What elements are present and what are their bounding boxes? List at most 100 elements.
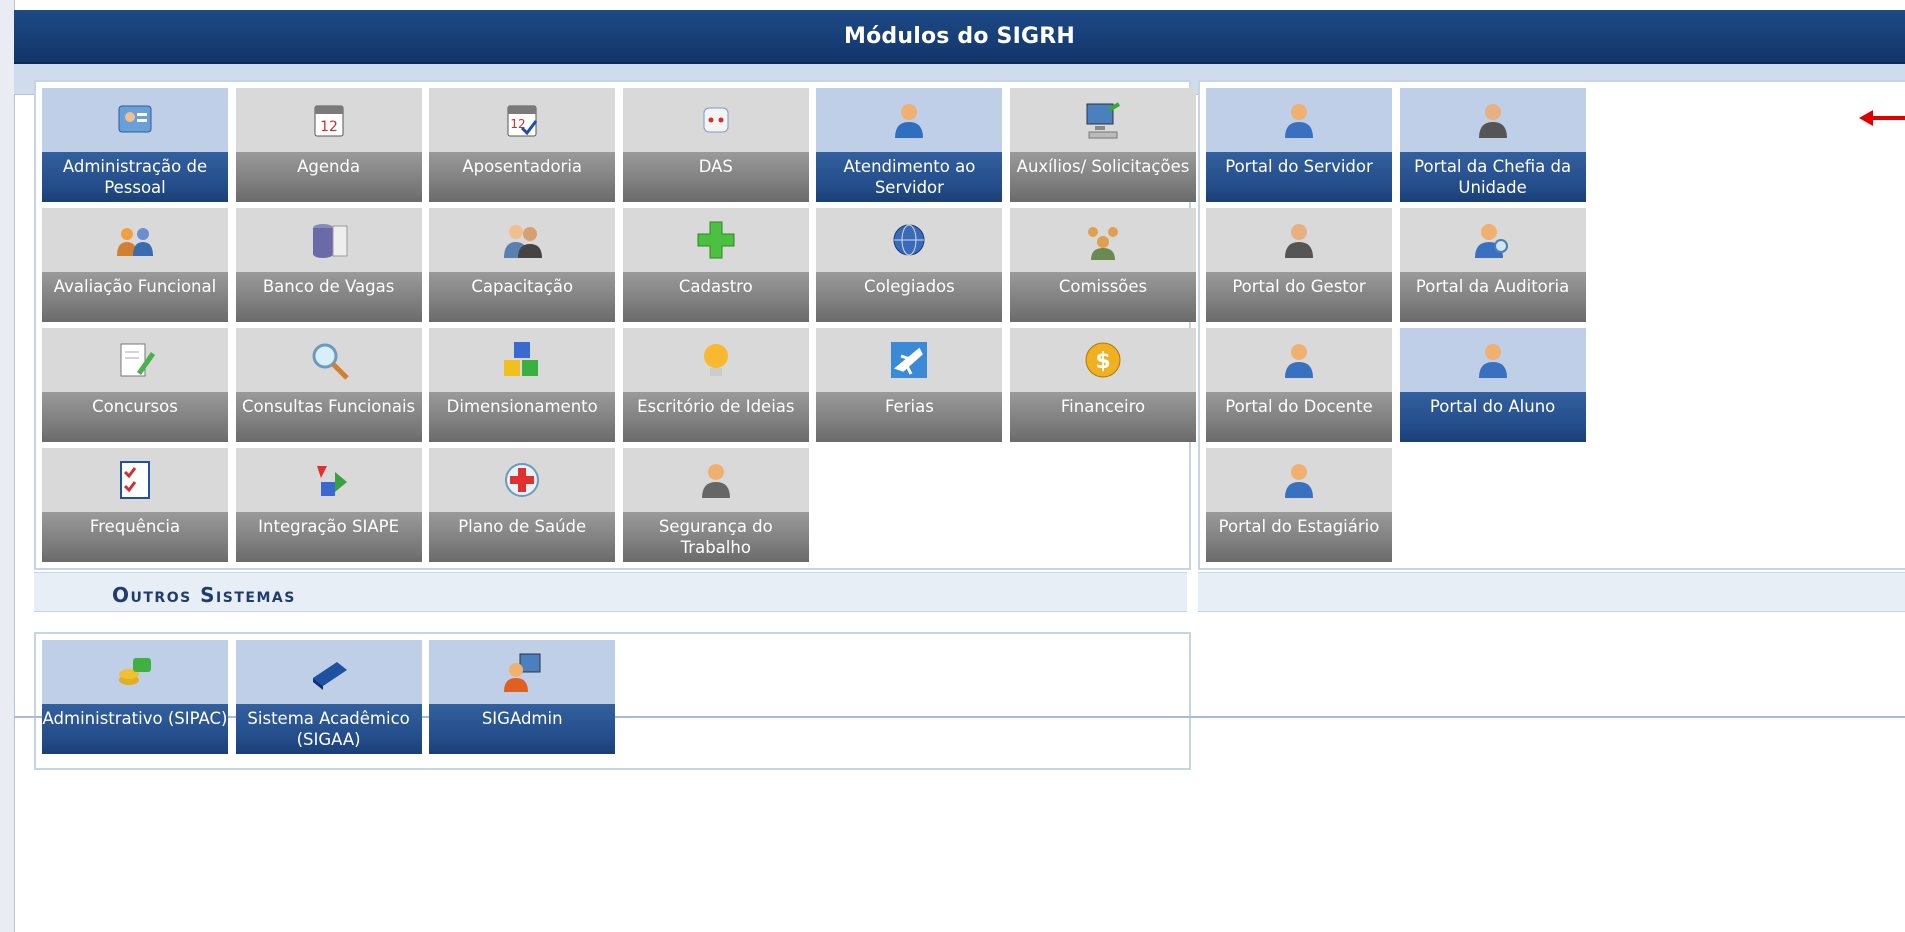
tile-icon-area [622, 208, 809, 272]
cubes-icon [500, 338, 544, 382]
module-tile[interactable]: Administração de Pessoal [42, 88, 228, 202]
user-blue-icon [1277, 338, 1321, 382]
tile-icon-area [235, 448, 422, 512]
other-system-tile[interactable]: Administrativo (SIPAC) [42, 640, 228, 754]
module-tile[interactable]: Consultas Funcionais [235, 328, 422, 442]
tile-icon-area [235, 328, 422, 392]
tile-label: Segurança do Trabalho [622, 512, 809, 562]
portal-tile[interactable]: Portal do Docente [1206, 328, 1392, 442]
module-tile[interactable]: Segurança do Trabalho [622, 448, 809, 562]
tile-label: Agenda [235, 152, 422, 202]
calendar-check-icon: 12 [500, 98, 544, 142]
other-system-tile[interactable]: Sistema Acadêmico (SIGAA) [235, 640, 422, 754]
tile-label: Aposentadoria [429, 152, 616, 202]
red-arrow-pointer [1859, 110, 1905, 126]
tile-icon-area [429, 208, 616, 272]
tile-label: Concursos [42, 392, 228, 442]
worker-helmet-icon [694, 458, 738, 502]
module-tile[interactable]: Plano de Saúde [429, 448, 616, 562]
computer-icon [1081, 98, 1125, 142]
tile-label: Integração SIAPE [235, 512, 422, 562]
tile-icon-area [42, 208, 228, 272]
tile-icon-area [622, 448, 809, 512]
module-tile[interactable]: Comissões [1010, 208, 1196, 322]
portal-tile[interactable]: Portal do Aluno [1399, 328, 1586, 442]
tile-label: Plano de Saúde [429, 512, 616, 562]
book-icon [307, 650, 351, 694]
portal-tile[interactable]: Portal da Auditoria [1399, 208, 1586, 322]
other-systems-header: Outros Sistemas [34, 572, 1187, 612]
user-dark-icon [1471, 98, 1515, 142]
tile-label: SIGAdmin [429, 704, 616, 754]
user-dark-icon [1277, 218, 1321, 262]
tile-label: Capacitação [429, 272, 616, 322]
tile-icon-area [816, 208, 1003, 272]
module-tile[interactable]: Escritório de Ideias [622, 328, 809, 442]
module-tile[interactable]: Frequência [42, 448, 228, 562]
document-pencil-icon [113, 338, 157, 382]
tile-icon-area: 12 [429, 88, 616, 152]
module-tile[interactable]: Avaliação Funcional [42, 208, 228, 322]
portal-tile[interactable]: Portal da Chefia da Unidade [1399, 88, 1586, 202]
module-tile[interactable]: Banco de Vagas [235, 208, 422, 322]
person-card-icon [113, 98, 157, 142]
user-blue-icon [1277, 98, 1321, 142]
module-tile[interactable]: DAS [622, 88, 809, 202]
tile-label: Frequência [42, 512, 228, 562]
module-tile[interactable]: $ Financeiro [1010, 328, 1196, 442]
tile-label: Auxílios/ Solicitações [1010, 152, 1196, 202]
module-tile[interactable]: Cadastro [622, 208, 809, 322]
module-tile[interactable]: 12 Aposentadoria [429, 88, 616, 202]
lightbulb-icon [694, 338, 738, 382]
svg-text:$: $ [1095, 349, 1110, 374]
module-tile[interactable]: Ferias [816, 328, 1003, 442]
admin-computer-icon [500, 650, 544, 694]
tile-icon-area [1010, 208, 1196, 272]
module-tile[interactable]: Colegiados [816, 208, 1003, 322]
tile-label: Portal do Servidor [1206, 152, 1392, 202]
tile-icon-area [816, 88, 1003, 152]
other-systems-title: Outros Sistemas [112, 583, 296, 607]
tile-icon-area: $ [1010, 328, 1196, 392]
page: Módulos do SIGRH Outros Sistemas Adminis… [0, 0, 1905, 932]
tile-label: Portal do Gestor [1206, 272, 1392, 322]
module-tile[interactable]: 12 Agenda [235, 88, 422, 202]
portal-tile[interactable]: Portal do Estagiário [1206, 448, 1392, 562]
module-tile[interactable]: Atendimento ao Servidor [816, 88, 1003, 202]
portal-tile[interactable]: Portal do Servidor [1206, 88, 1392, 202]
page-title: Módulos do SIGRH [14, 10, 1905, 64]
die-icon [694, 98, 738, 142]
tile-label: Portal do Aluno [1399, 392, 1586, 442]
module-tile[interactable]: Auxílios/ Solicitações [1010, 88, 1196, 202]
dollar-coin-icon: $ [1081, 338, 1125, 382]
tile-label: Portal do Estagiário [1206, 512, 1392, 562]
module-tile[interactable]: Capacitação [429, 208, 616, 322]
svg-text:12: 12 [320, 119, 338, 135]
headset-person-icon [887, 98, 931, 142]
user-search-icon [1471, 218, 1515, 262]
tile-label: Portal da Auditoria [1399, 272, 1586, 322]
tile-label: Colegiados [816, 272, 1003, 322]
module-tile[interactable]: Concursos [42, 328, 228, 442]
tile-label: DAS [622, 152, 809, 202]
tile-icon-area [622, 88, 809, 152]
tile-icon-area [1399, 328, 1586, 392]
portals-footer-band [1198, 572, 1905, 612]
tile-icon-area [1206, 208, 1392, 272]
module-tile[interactable]: Integração SIAPE [235, 448, 422, 562]
tile-label: Financeiro [1010, 392, 1196, 442]
tile-icon-area [1206, 88, 1392, 152]
plus-icon [694, 218, 738, 262]
magnifier-icon [307, 338, 351, 382]
tile-label: Escritório de Ideias [622, 392, 809, 442]
module-tile[interactable]: Dimensionamento [429, 328, 616, 442]
other-system-tile[interactable]: SIGAdmin [429, 640, 616, 754]
tile-label: Consultas Funcionais [235, 392, 422, 442]
coins-icon [113, 650, 157, 694]
tile-icon-area [1399, 208, 1586, 272]
portal-tile[interactable]: Portal do Gestor [1206, 208, 1392, 322]
tile-label: Sistema Acadêmico (SIGAA) [235, 704, 422, 754]
tile-icon-area: 12 [235, 88, 422, 152]
tile-label: Dimensionamento [429, 392, 616, 442]
people-group-icon [1081, 218, 1125, 262]
